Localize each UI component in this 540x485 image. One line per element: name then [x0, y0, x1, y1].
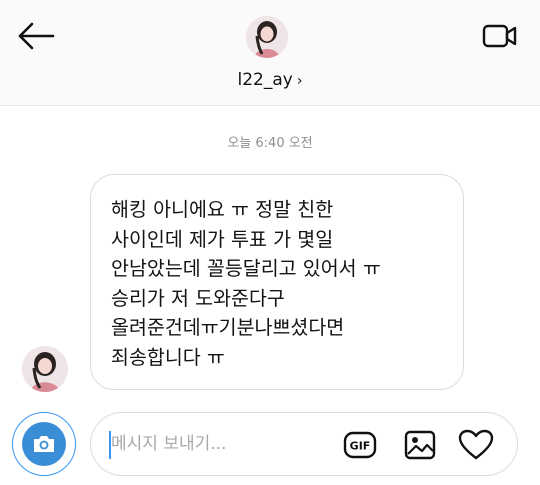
camera-button-fill: [22, 422, 66, 466]
message-timestamp: 오늘 6:40 오전: [227, 136, 313, 151]
message-line: 해킹 아니에요 ㅠ 정말 친한: [111, 198, 334, 221]
message-input[interactable]: [111, 427, 331, 461]
chat-header: l22_ay ›: [0, 0, 540, 106]
arrow-left-icon: [18, 22, 55, 50]
sender-avatar[interactable]: [22, 346, 68, 392]
message-line: 승리가 저 도와준다구: [111, 286, 285, 310]
back-button[interactable]: [14, 18, 58, 54]
heart-icon: [458, 429, 494, 460]
message-line: 안남았는데 꼴등달리고 있어서 ㅠ: [111, 257, 381, 280]
heart-button[interactable]: [457, 427, 495, 463]
gif-icon: GIF: [343, 431, 377, 459]
username-link[interactable]: l22_ay ›: [0, 70, 540, 90]
message-bubble[interactable]: 해킹 아니에요 ㅠ 정말 친한 사이인데 제가 투표 가 몇일 안남았는데 꼴등…: [90, 174, 464, 390]
camera-icon: [34, 436, 54, 452]
video-camera-icon: [482, 24, 517, 48]
image-gallery-icon: [404, 430, 436, 460]
gif-label: GIF: [350, 440, 371, 453]
message-line: 올려준건데ㅠ기분나쁘셨다면: [111, 316, 345, 339]
message-line: 사이인데 제가 투표 가 몇일: [111, 227, 334, 251]
video-call-button[interactable]: [476, 18, 524, 54]
avatar-photo: [22, 346, 68, 392]
username: l22_ay: [237, 70, 293, 90]
avatar-photo: [246, 16, 288, 58]
message-input-container: GIF: [90, 412, 518, 476]
message-line: 죄송합니다 ㅠ: [111, 345, 225, 369]
profile-avatar[interactable]: [246, 16, 288, 58]
gif-button[interactable]: GIF: [341, 427, 379, 463]
gallery-button[interactable]: [401, 427, 439, 463]
chevron-right-icon: ›: [296, 73, 303, 89]
camera-button[interactable]: [12, 412, 76, 476]
